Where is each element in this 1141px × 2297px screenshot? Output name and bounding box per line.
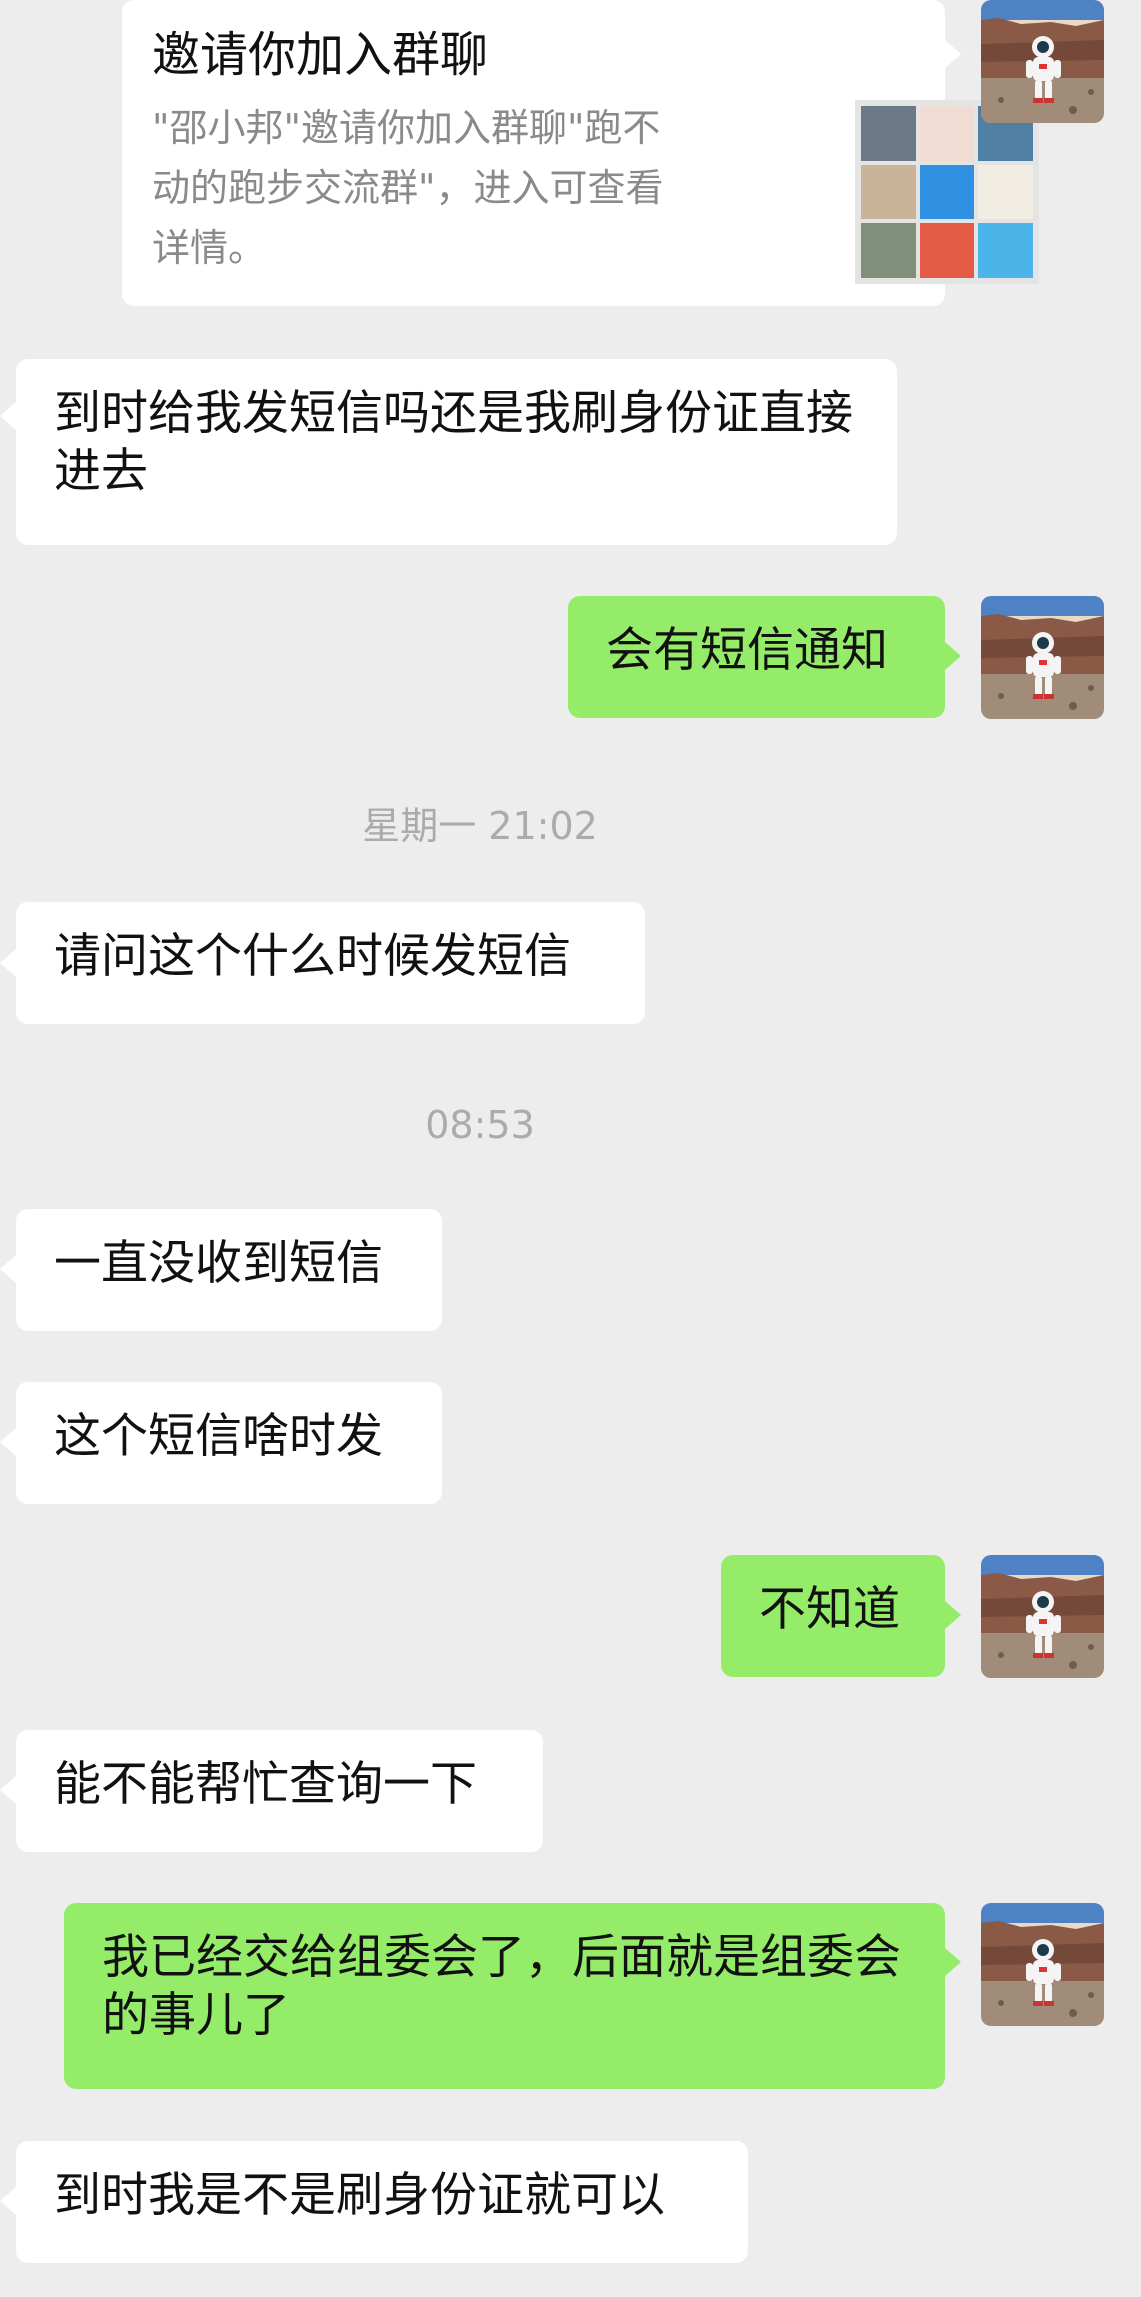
group-member-thumbnail	[919, 106, 975, 161]
bubble-tail	[945, 1601, 961, 1629]
group-member-thumbnail	[978, 223, 1033, 278]
incoming-message[interactable]: 一直没收到短信	[16, 1209, 442, 1331]
outgoing-message[interactable]: 会有短信通知	[568, 596, 945, 718]
astronaut-avatar-icon[interactable]	[981, 0, 1104, 123]
incoming-message[interactable]: 这个短信啥时发	[16, 1382, 442, 1504]
bubble-tail	[0, 402, 16, 430]
astronaut-avatar-icon[interactable]	[981, 1555, 1104, 1678]
group-member-thumbnail	[861, 106, 916, 161]
bubble-tail	[0, 1428, 16, 1456]
group-member-thumbnail	[861, 223, 916, 278]
invite-card-title: 邀请你加入群聊	[152, 27, 489, 83]
outgoing-message[interactable]: 不知道	[721, 1555, 945, 1677]
bubble-tail	[0, 1776, 16, 1804]
bubble-tail	[945, 1948, 961, 1976]
group-avatar-grid	[855, 100, 1039, 284]
timestamp: 星期一 21:02	[362, 804, 598, 848]
incoming-message[interactable]: 请问这个什么时候发短信	[16, 902, 645, 1024]
bubble-tail	[945, 40, 961, 68]
bubble-tail	[0, 2187, 16, 2215]
outgoing-message[interactable]: 我已经交给组委会了，后面就是组委会的事儿了	[64, 1903, 945, 2089]
group-member-thumbnail	[978, 164, 1033, 220]
incoming-message[interactable]: 到时给我发短信吗还是我刷身份证直接进去	[16, 359, 897, 545]
bubble-tail	[0, 1255, 16, 1283]
timestamp: 08:53	[425, 1103, 535, 1147]
incoming-message[interactable]: 能不能帮忙查询一下	[16, 1730, 543, 1852]
group-member-thumbnail	[861, 164, 916, 220]
invite-card-description: "邵小邦"邀请你加入群聊"跑不动的跑步交流群"，进入可查看详情。	[152, 106, 664, 270]
bubble-tail	[0, 949, 16, 977]
group-member-thumbnail	[919, 164, 975, 220]
group-invite-card[interactable]: 邀请你加入群聊 "邵小邦"邀请你加入群聊"跑不动的跑步交流群"，进入可查看详情。	[122, 0, 1039, 306]
incoming-message[interactable]: 到时我是不是刷身份证就可以	[16, 2141, 748, 2263]
group-member-thumbnail	[919, 223, 975, 278]
astronaut-avatar-icon[interactable]	[981, 1903, 1104, 2026]
astronaut-avatar-icon[interactable]	[981, 596, 1104, 719]
bubble-tail	[945, 642, 961, 670]
